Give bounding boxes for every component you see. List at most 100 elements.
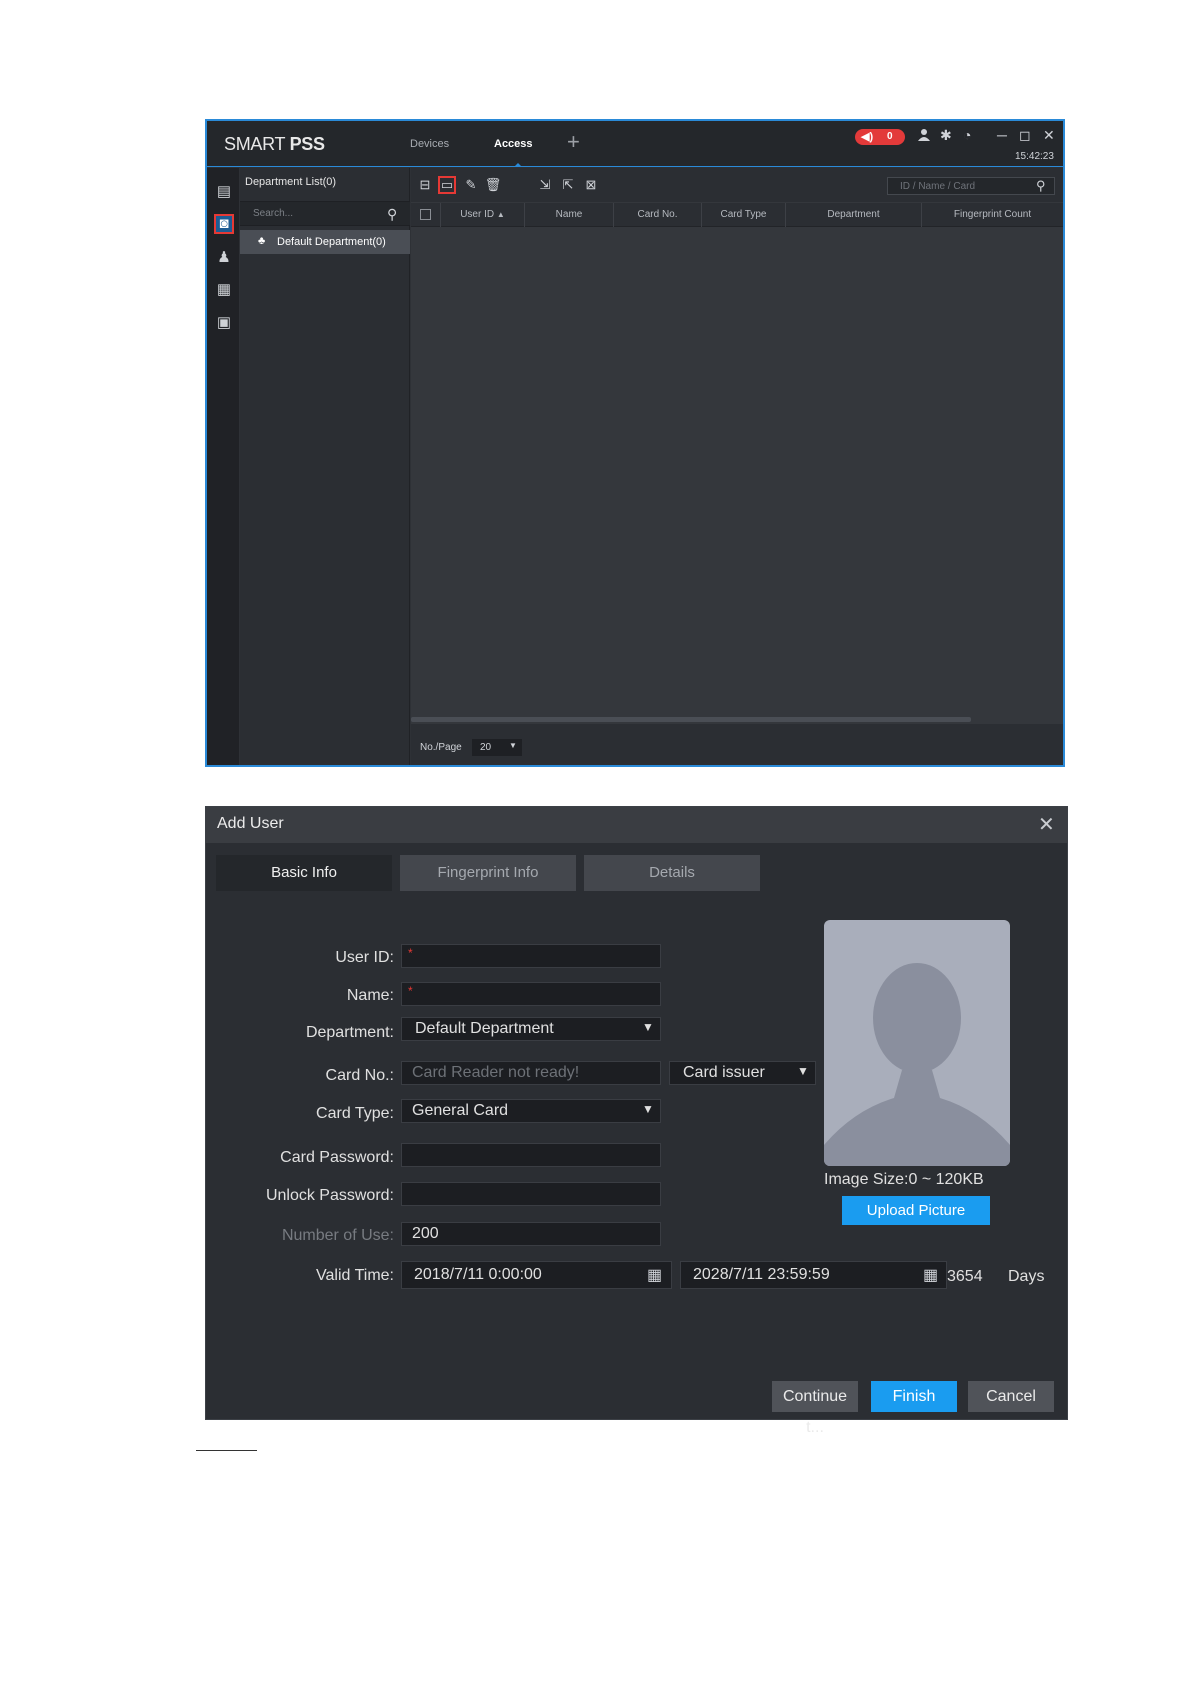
add-tab-button[interactable]: + — [567, 131, 580, 153]
calendar-icon[interactable]: ▦ — [647, 1265, 662, 1285]
required-marker: * — [408, 946, 413, 960]
maximize-icon[interactable]: ◻ — [1019, 128, 1031, 142]
left-nav: ▤ ◙ ♟ ▦ ▣ — [207, 168, 239, 765]
column-name[interactable]: Name — [525, 203, 614, 227]
close-icon[interactable]: ✕ — [1038, 812, 1055, 837]
user-search[interactable]: ID / Name / Card ⚲ — [887, 177, 1055, 195]
calendar-icon[interactable]: ▦ — [923, 1265, 938, 1285]
card-issue-icon[interactable]: ⊠ — [582, 176, 600, 194]
app-title: SMART PSS — [224, 134, 325, 154]
department-label: Department: — [305, 1024, 394, 1041]
title-bar: SMART PSS Devices Access + ◀) 0 ✱ ◔ ─ ◻ … — [207, 121, 1063, 167]
smartpss-main-window: SMART PSS Devices Access + ◀) 0 ✱ ◔ ─ ◻ … — [205, 119, 1065, 767]
dialog-title: Add User — [217, 815, 284, 832]
number-of-use-label: Number of Use: — [281, 1227, 394, 1244]
name-input[interactable]: * — [401, 982, 661, 1006]
tab-details[interactable]: Details — [584, 855, 760, 891]
select-all-checkbox[interactable] — [411, 203, 441, 227]
valid-days-unit: Days — [1008, 1268, 1045, 1285]
required-marker: * — [408, 984, 413, 998]
toolbar: ⊟ ▭ ✎ 🗑 ⇲ ⇱ ⊠ ID / Name / Card ⚲ — [411, 168, 1063, 202]
active-tab-indicator — [514, 163, 522, 167]
valid-days-count: 3654 — [947, 1268, 983, 1285]
card-type-select[interactable]: General Card ▼ — [401, 1099, 661, 1123]
pager: No./Page 20 ▼ — [411, 724, 1063, 765]
alarm-count: 0 — [887, 131, 893, 142]
user-id-input[interactable]: * — [401, 944, 661, 968]
visitor-icon[interactable]: ♟ — [214, 248, 234, 268]
user-photo-placeholder — [824, 920, 1010, 1166]
number-of-use-input: 200 — [401, 1222, 661, 1246]
name-label: Name: — [346, 987, 394, 1004]
department-panel: Department List(0) Search... ⚲ ♣ Default… — [240, 168, 410, 765]
minimize-icon[interactable]: ─ — [997, 128, 1007, 142]
add-card-icon[interactable]: ▭ — [438, 176, 456, 194]
user-icon[interactable] — [918, 128, 930, 143]
valid-end-input[interactable]: 2028/7/11 23:59:59 ▦ — [680, 1261, 947, 1289]
export-icon[interactable]: ⇱ — [559, 176, 577, 194]
close-icon[interactable]: ✕ — [1043, 128, 1055, 142]
horizontal-scrollbar[interactable] — [411, 717, 971, 722]
add-user-icon[interactable]: ⊟ — [416, 176, 434, 194]
unlock-password-input[interactable] — [401, 1182, 661, 1206]
user-id-label: User ID: — [335, 949, 394, 966]
column-department[interactable]: Department — [786, 203, 922, 227]
footnote-divider — [196, 1450, 257, 1451]
tab-devices[interactable]: Devices — [410, 138, 449, 150]
chevron-down-icon: ▼ — [642, 1020, 654, 1034]
finish-button[interactable]: Finish — [871, 1381, 957, 1412]
user-list-content: ⊟ ▭ ✎ 🗑 ⇲ ⇱ ⊠ ID / Name / Card ⚲ User ID… — [411, 168, 1063, 765]
column-card-type[interactable]: Card Type — [702, 203, 786, 227]
card-password-label: Card Password: — [280, 1149, 394, 1166]
card-no-input[interactable]: Card Reader not ready! — [401, 1061, 661, 1085]
valid-time-label: Valid Time: — [316, 1267, 394, 1284]
continue-button[interactable]: Continue t... — [772, 1381, 858, 1436]
performance-icon[interactable]: ◔ — [963, 128, 971, 142]
card-type-label: Card Type: — [316, 1105, 394, 1122]
unlock-password-label: Unlock Password: — [265, 1187, 394, 1204]
add-user-dialog: Add User ✕ Basic Info Fingerprint Info D… — [205, 806, 1068, 1436]
card-issuer-select[interactable]: Card issuer ▼ — [669, 1061, 816, 1085]
delete-icon[interactable]: 🗑 — [484, 176, 502, 194]
record-icon[interactable]: ▦ — [214, 280, 234, 300]
department-select[interactable]: Default Department ▼ — [401, 1017, 661, 1041]
edit-icon[interactable]: ✎ — [462, 176, 480, 194]
tab-basic-info[interactable]: Basic Info — [216, 855, 392, 891]
sort-asc-icon: ▲ — [496, 210, 505, 219]
dialog-header: Add User ✕ — [206, 807, 1067, 843]
image-size-hint: Image Size:0 ~ 120KB — [824, 1171, 984, 1188]
user-search-input[interactable]: ID / Name / Card — [900, 181, 975, 192]
gear-icon[interactable]: ✱ — [940, 128, 952, 142]
department-list-title: Department List(0) — [245, 176, 337, 188]
cancel-button[interactable]: Cancel — [968, 1381, 1054, 1412]
calendar-icon[interactable]: ▣ — [214, 313, 234, 333]
card-password-input[interactable] — [401, 1143, 661, 1167]
tab-fingerprint-info[interactable]: Fingerprint Info — [400, 855, 576, 891]
import-icon[interactable]: ⇲ — [536, 176, 554, 194]
user-icon[interactable]: ◙ — [214, 214, 234, 234]
valid-start-input[interactable]: 2018/7/11 0:00:00 ▦ — [401, 1261, 672, 1289]
card-no-label: Card No.: — [325, 1067, 394, 1084]
chevron-down-icon: ▼ — [509, 741, 517, 750]
alarm-badge[interactable]: ◀) 0 — [855, 129, 905, 145]
chevron-down-icon: ▼ — [797, 1064, 809, 1078]
device-config-icon[interactable]: ▤ — [214, 182, 234, 202]
speaker-icon: ◀) — [861, 131, 874, 143]
clock: 15:42:23 — [1015, 151, 1054, 162]
search-icon[interactable]: ⚲ — [387, 206, 397, 223]
per-page-select[interactable]: 20 ▼ — [472, 739, 522, 756]
column-user-id[interactable]: User ID ▲ — [441, 203, 525, 227]
org-tree-icon: ♣ — [258, 235, 266, 247]
department-search[interactable]: Search... ⚲ — [240, 201, 410, 226]
tab-access[interactable]: Access — [494, 138, 533, 150]
upload-picture-button[interactable]: Upload Picture — [842, 1196, 990, 1225]
chevron-down-icon: ▼ — [642, 1102, 654, 1116]
search-icon[interactable]: ⚲ — [1036, 178, 1046, 194]
table-header: User ID ▲ Name Card No. Card Type Depart… — [411, 203, 1063, 227]
department-search-input[interactable]: Search... — [253, 208, 293, 219]
per-page-label: No./Page — [420, 742, 462, 753]
department-item[interactable]: ♣ Default Department(0) — [240, 230, 410, 254]
department-item-label: Default Department(0) — [277, 236, 386, 248]
column-card-no[interactable]: Card No. — [614, 203, 702, 227]
column-fingerprint-count[interactable]: Fingerprint Count — [922, 203, 1063, 227]
